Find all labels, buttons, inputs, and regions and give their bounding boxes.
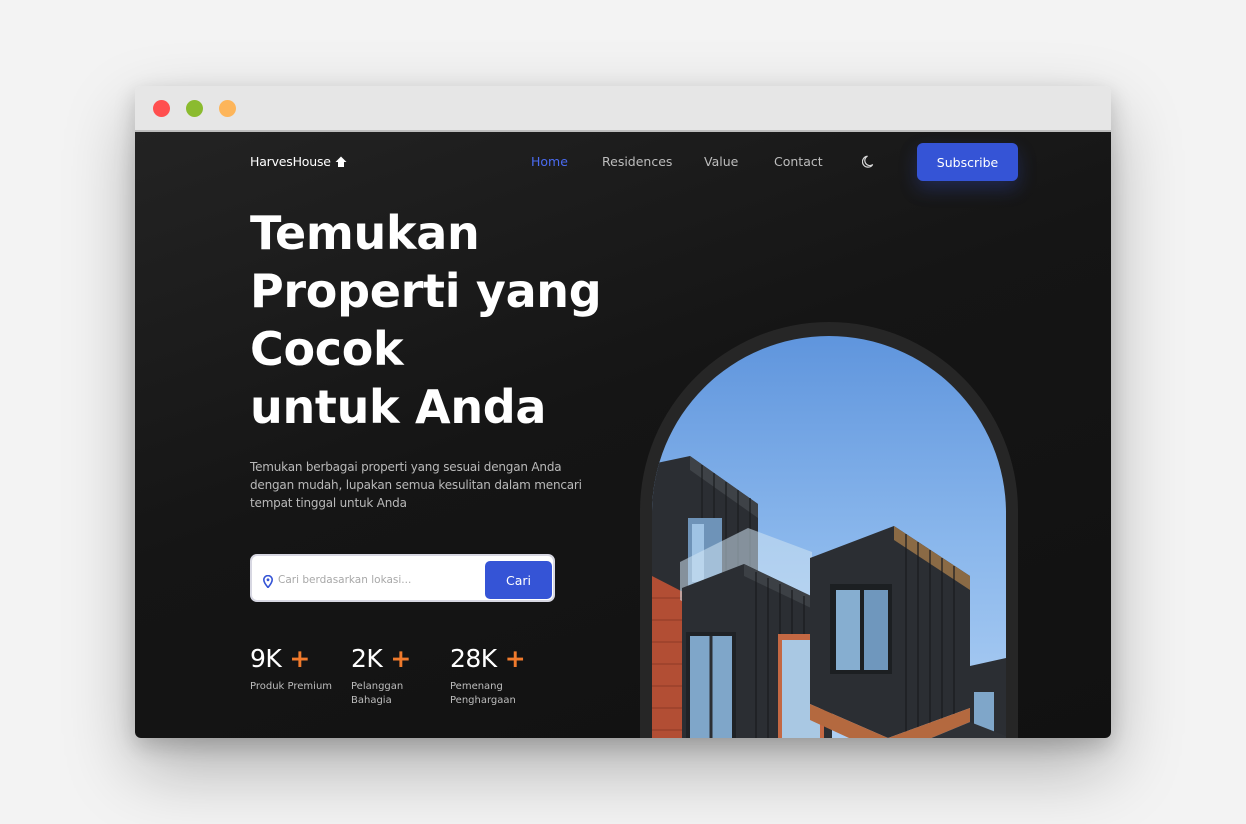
maximize-window-button[interactable] <box>219 100 236 117</box>
nav-item-home[interactable]: Home <box>531 154 568 169</box>
stat-value: 9K <box>250 644 282 673</box>
stat-label: Produk Premium <box>250 681 333 692</box>
hero-title-line: Temukan <box>250 206 480 260</box>
stat-award-winners: 28K + Pemenang Penghargaan <box>450 644 540 708</box>
stat-label: Pemenang Penghargaan <box>450 681 516 706</box>
plus-icon: + <box>504 644 526 673</box>
plus-icon: + <box>289 644 310 673</box>
stat-label: Pelanggan Bahagia <box>351 681 404 706</box>
hero-title-line: untuk Anda <box>250 380 547 434</box>
building-illustration <box>652 456 1006 738</box>
hero-title-line: Cocok <box>250 322 404 376</box>
stat-happy-customers: 2K + Pelanggan Bahagia <box>351 644 441 708</box>
page-viewport: HarvesHouse Home Residences Value Contac… <box>135 132 1111 738</box>
location-search-bar: Cari <box>250 554 555 602</box>
subscribe-button[interactable]: Subscribe <box>917 143 1018 181</box>
stat-value-row: 28K + <box>450 644 540 674</box>
stat-premium-products: 9K + Produk Premium <box>250 644 340 694</box>
brand-logo[interactable]: HarvesHouse <box>250 154 347 169</box>
stat-value-row: 2K + <box>351 644 441 674</box>
location-pin-icon <box>262 573 274 589</box>
nav-item-value[interactable]: Value <box>704 154 738 169</box>
house-icon <box>335 156 347 168</box>
brand-name: HarvesHouse <box>250 154 331 169</box>
close-window-button[interactable] <box>153 100 170 117</box>
search-button[interactable]: Cari <box>485 561 552 599</box>
browser-window: HarvesHouse Home Residences Value Contac… <box>135 86 1111 738</box>
hero-image <box>652 336 1006 738</box>
moon-icon[interactable] <box>861 154 877 169</box>
window-titlebar <box>135 86 1111 132</box>
stat-value: 2K <box>351 644 383 673</box>
hero-description: Temukan berbagai properti yang sesuai de… <box>250 460 582 510</box>
location-search-input[interactable] <box>276 568 480 592</box>
stat-value-row: 9K + <box>250 644 340 674</box>
nav-item-contact[interactable]: Contact <box>774 154 823 169</box>
minimize-window-button[interactable] <box>186 100 203 117</box>
hero-title-line: Properti yang <box>250 264 602 318</box>
plus-icon: + <box>390 644 411 673</box>
stat-value: 28K <box>450 644 497 673</box>
hero-title: Temukan Properti yang Cocok untuk Anda <box>250 204 630 436</box>
nav-item-residences[interactable]: Residences <box>602 154 672 169</box>
